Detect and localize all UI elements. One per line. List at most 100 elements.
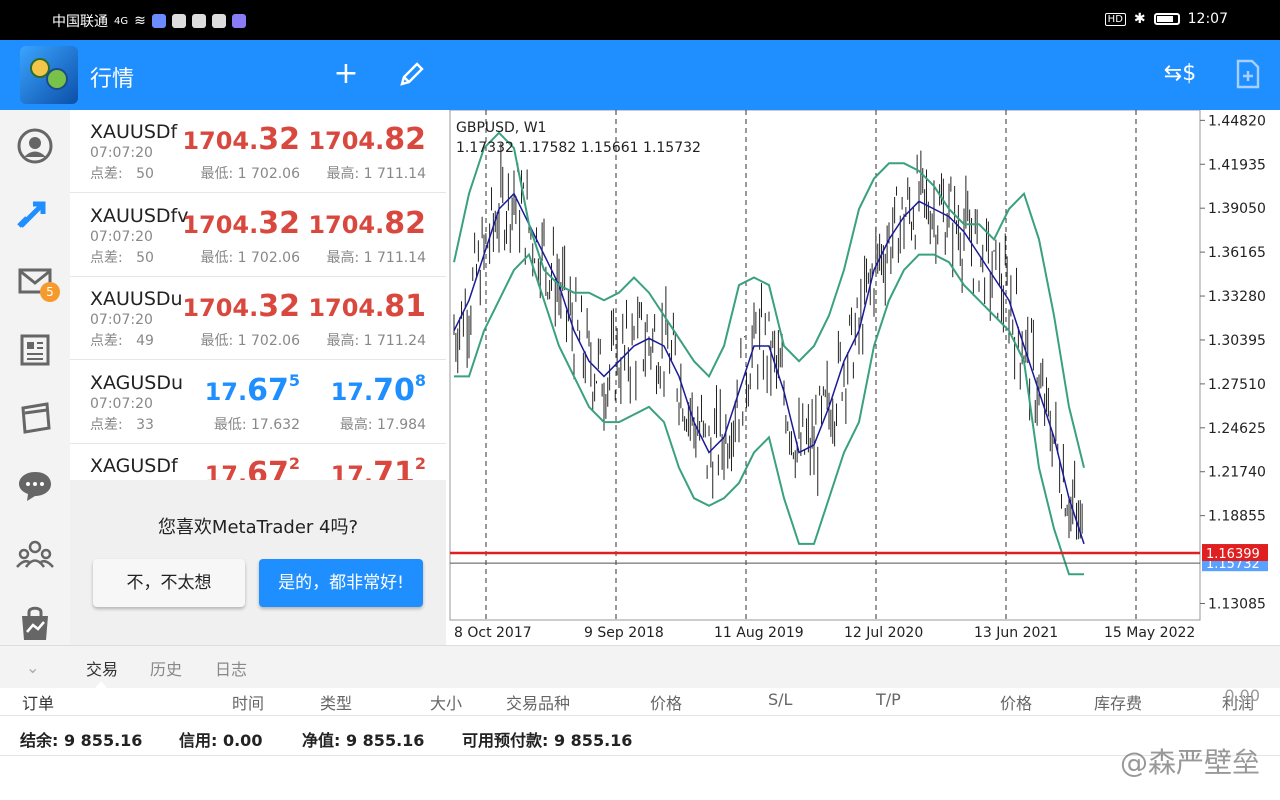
sidebar: 5 xyxy=(0,110,70,645)
quote-spread: 点差: 50 xyxy=(90,247,154,267)
quote-row[interactable]: XAUUSDu 07:07:20 点差: 49 1704.32 1704.81 最低: 1… xyxy=(70,277,446,360)
quote-time: 07:07:20 xyxy=(90,312,153,328)
spread-label: 点差: xyxy=(90,416,123,433)
quote-symbol: XAGUSDu xyxy=(90,371,184,394)
spread-value: 50 xyxy=(136,166,154,182)
chart-canvas[interactable]: 8 Oct 2017 9 Sep 2018 11 Aug 2019 12 Jul 20… xyxy=(446,110,1280,645)
plus-icon[interactable]: + xyxy=(326,54,366,94)
tab-journal[interactable]: 日志 xyxy=(215,656,247,680)
quote-row[interactable]: XAUUSDf 07:07:20 点差: 50 1704.32 1704.82 最低: 1… xyxy=(70,110,446,193)
spread-label: 点差: xyxy=(90,249,123,266)
x-tick-label: 12 Jul 2020 xyxy=(844,625,923,641)
ask-price: 1704.82 xyxy=(308,120,426,157)
quote-high: 最高: 17.984 xyxy=(339,416,426,433)
x-tick-label: 8 Oct 2017 xyxy=(454,625,532,641)
bluetooth-icon: ✱ xyxy=(1133,11,1146,27)
accept-button[interactable]: 是的，都非常好! xyxy=(259,559,423,607)
quote-symbol: XAUUSDfv xyxy=(90,204,189,227)
account-summary: 结余: 9 855.16 信用: 0.00 净值: 9 855.16 可用预付款… xyxy=(0,686,1280,756)
currency-exchange-icon[interactable]: ⇆$ xyxy=(1160,54,1200,94)
watermark: @森严壁垒 xyxy=(1119,746,1260,779)
top-app-bar: 行情 + ⇆$ xyxy=(0,40,1280,110)
y-tick-label: 1.18855 xyxy=(1208,509,1266,525)
ask-big: 82 xyxy=(384,122,426,157)
quote-row[interactable]: XAGUSDf 17.672 17.712 xyxy=(70,444,446,480)
quote-time: 07:07:20 xyxy=(90,228,153,245)
plot-frame xyxy=(449,110,1201,621)
community-icon xyxy=(16,540,54,568)
column-header[interactable]: 大小 xyxy=(430,690,462,714)
sidebar-item-calendar[interactable] xyxy=(15,398,55,438)
column-header[interactable]: 交易品种 xyxy=(506,690,570,714)
y-tick-label: 1.41935 xyxy=(1208,157,1266,173)
column-header[interactable]: 价格 xyxy=(650,690,682,714)
pencil-icon[interactable] xyxy=(392,54,432,94)
ask-main: 17. xyxy=(330,461,374,480)
ask-big: 70 xyxy=(373,372,415,408)
column-header[interactable]: 时间 xyxy=(232,690,264,714)
quote-low: 最低: 17.632 xyxy=(213,416,300,433)
sidebar-item-news[interactable] xyxy=(15,330,55,370)
spread-value: 49 xyxy=(136,333,154,349)
y-tick-label: 1.27510 xyxy=(1208,377,1266,393)
status-bar: 中国联通 4G ≋ HD ✱ 12:07 xyxy=(0,0,1280,40)
sidebar-item-community[interactable] xyxy=(15,534,55,574)
quote-high: 最高: 1 711.14 xyxy=(326,166,426,182)
add-document-icon[interactable] xyxy=(1228,54,1268,94)
bid-big: 67 xyxy=(247,372,289,408)
rating-question: 您喜欢MetaTrader 4吗? xyxy=(157,517,359,538)
quote-symbol: XAGUSDf xyxy=(90,455,178,477)
sidebar-item-market[interactable] xyxy=(15,602,55,642)
column-header[interactable]: T/P xyxy=(876,690,901,709)
bid-main: 1704. xyxy=(182,127,259,155)
ask-big: 82 xyxy=(384,205,426,241)
column-header[interactable]: 订单 xyxy=(22,690,54,714)
y-tick-label: 1.24625 xyxy=(1208,421,1266,437)
quote-row[interactable]: XAUUSDfv 07:07:20 点差: 50 1704.32 1704.82 最低: … xyxy=(70,194,446,277)
quote-row[interactable]: XAGUSDu 07:07:20 点差: 33 17.675 17.708 最低: 17.… xyxy=(70,361,446,444)
collapse-chevron-icon[interactable]: ⌄ xyxy=(26,658,39,677)
battery-icon xyxy=(1153,13,1180,25)
column-header[interactable]: 类型 xyxy=(320,690,352,714)
bid-price: 1704.32 xyxy=(182,287,300,324)
tab-history[interactable]: 历史 xyxy=(150,656,182,680)
column-header[interactable]: S/L xyxy=(768,690,792,709)
chart-title: GBPUSD, W1 xyxy=(456,120,546,136)
sidebar-item-quotes[interactable] xyxy=(15,194,55,234)
decline-button[interactable]: 不，不太想 xyxy=(93,559,245,607)
ask-sup: 8 xyxy=(414,370,426,390)
sidebar-item-account[interactable] xyxy=(15,126,55,166)
metatrader-logo-icon[interactable] xyxy=(20,46,78,104)
column-header[interactable]: 价格 xyxy=(1000,690,1032,714)
sidebar-item-chat[interactable] xyxy=(15,466,55,506)
bid-main: 17. xyxy=(204,461,248,480)
terminal-tabs: ⌄ 交易 历史 日志 xyxy=(0,646,1280,688)
quote-symbol: XAUUSDf xyxy=(90,121,178,143)
quote-low: 最低: 1 702.06 xyxy=(200,333,300,349)
clock: 12:07 xyxy=(1187,11,1228,27)
wifi-icon: ≋ xyxy=(134,13,146,29)
quote-time: 07:07:20 xyxy=(90,395,153,412)
trade-arrows-icon xyxy=(17,201,46,228)
x-tick-label: 11 Aug 2019 xyxy=(714,625,804,641)
active-tab-indicator xyxy=(95,681,107,688)
carrier-label: 中国联通 xyxy=(52,14,108,30)
orders-table-header: 订单 时间 类型 大小 交易品种 价格 S/L T/P 价格 库存费 利润 xyxy=(0,688,1280,716)
bid-price: 1704.32 xyxy=(182,204,300,241)
bid-price: 1704.32 xyxy=(182,120,300,157)
page-title: 行情 xyxy=(90,67,135,92)
bid-main: 1704. xyxy=(182,210,259,239)
column-header[interactable]: 库存费 xyxy=(1094,690,1142,714)
price-chart[interactable]: 8 Oct 2017 9 Sep 2018 11 Aug 2019 12 Jul 20… xyxy=(446,110,1280,645)
y-tick-label: 1.39050 xyxy=(1208,201,1266,217)
bid-big: 32 xyxy=(258,289,300,324)
bid-price: 17.675 xyxy=(205,371,300,408)
bid-price: 17.672 xyxy=(205,454,300,480)
y-tick-label: 1.33280 xyxy=(1208,289,1266,305)
quote-low: 最低: 1 702.06 xyxy=(200,166,300,182)
rating-prompt: 您喜欢MetaTrader 4吗? 不，不太想 是的，都非常好! xyxy=(70,480,446,645)
tab-trade[interactable]: 交易 xyxy=(86,656,118,680)
spread-value: 50 xyxy=(136,249,154,266)
y-tick-label: 1.30395 xyxy=(1208,333,1266,349)
wechat-icon xyxy=(171,14,186,28)
